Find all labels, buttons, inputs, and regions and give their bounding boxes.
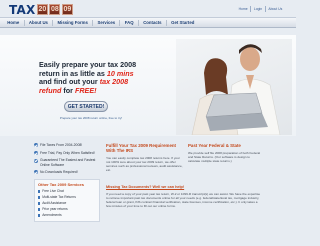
hero-banner: Easily prepare your tax 2008 return in a… xyxy=(0,35,296,136)
check-icon xyxy=(34,158,38,163)
get-started-button[interactable]: GET STARTED! xyxy=(64,101,108,112)
nav-services[interactable]: Services xyxy=(93,19,121,26)
bullet-icon xyxy=(38,208,41,211)
feature-item: No Downloads Required! xyxy=(34,170,100,175)
bullet-icon xyxy=(38,202,41,205)
missing-docs-link[interactable]: Missing Tax Documents? Well we can help! xyxy=(106,185,226,189)
hero-subtext[interactable]: Prepare your tax 2008 return online, fre… xyxy=(46,116,136,120)
irs-requirement-heading[interactable]: Fulfill Your Tax 2009 Requirement With T… xyxy=(106,143,184,154)
top-link-login[interactable]: Login xyxy=(251,6,266,12)
nav-contacts[interactable]: Contacts xyxy=(139,19,167,26)
irs-requirement-section: Fulfill Your Tax 2009 Requirement With T… xyxy=(106,143,184,172)
hero-line-4: refund for FREE! xyxy=(39,85,97,95)
feature-text: File Taxes From 2004-2008! xyxy=(40,143,83,147)
main-nav: Home About Us Missing Forms Services FAQ… xyxy=(0,17,296,28)
hero-photo-people xyxy=(176,39,292,135)
feature-text: Free Trial, Pay Only When Satisfied! xyxy=(40,150,95,155)
service-item[interactable]: Free Live Chat xyxy=(38,189,96,193)
other-services-panel: Other Tax 2009 Services Free Live Chat M… xyxy=(34,179,100,223)
bullet-icon xyxy=(38,190,41,193)
past-year-section: Past Year Federal & State We provide sel… xyxy=(188,143,262,163)
nav-about-us[interactable]: About Us xyxy=(25,19,54,26)
service-item[interactable]: Amendments xyxy=(38,213,96,217)
people-illustration xyxy=(191,44,281,135)
nav-home[interactable]: Home xyxy=(3,19,25,26)
top-links: Home Login About Us xyxy=(236,6,285,12)
service-item[interactable]: Prior year returns xyxy=(38,207,96,211)
past-year-text: We provide self file 2008 preparation of… xyxy=(188,150,261,163)
top-link-about[interactable]: About Us xyxy=(266,6,285,12)
logo-tile-1: 20 xyxy=(36,4,48,15)
top-link-home[interactable]: Home xyxy=(236,6,252,12)
service-item[interactable]: Multi-state Tax Returns xyxy=(38,195,96,199)
services-title: Other Tax 2009 Services xyxy=(38,182,84,188)
check-icon xyxy=(34,150,38,155)
feature-item: Guaranteed The Easiest and Fastest Onlin… xyxy=(34,158,100,167)
feature-text: Guaranteed The Easiest and Fastest Onlin… xyxy=(40,158,96,167)
feature-column: File Taxes From 2004-2008! Free Trial, P… xyxy=(34,143,100,223)
irs-requirement-text: You can easily complete tax 2008 returns… xyxy=(106,156,183,173)
site-logo[interactable]: TAX 20 08 09 xyxy=(9,2,73,17)
feature-text: No Downloads Required! xyxy=(40,170,78,175)
nav-faq[interactable]: FAQ xyxy=(120,19,139,26)
feature-item: File Taxes From 2004-2008! xyxy=(34,143,100,148)
missing-docs-text: If you need a copy of your past year tax… xyxy=(106,192,261,209)
logo-tile-2: 08 xyxy=(49,4,61,15)
feature-list: File Taxes From 2004-2008! Free Trial, P… xyxy=(34,143,100,175)
check-icon xyxy=(34,143,38,148)
nav-get-started[interactable]: Get Started xyxy=(167,20,199,26)
check-icon xyxy=(34,170,38,175)
logo-text: TAX xyxy=(9,2,36,17)
logo-tile-3: 09 xyxy=(61,4,73,15)
nav-missing-forms[interactable]: Missing Forms xyxy=(53,19,94,26)
bullet-icon xyxy=(38,214,41,217)
past-year-heading[interactable]: Past Year Federal & State xyxy=(188,143,262,148)
feature-item: Free Trial, Pay Only When Satisfied! xyxy=(34,151,100,155)
service-item[interactable]: Audit Assistance xyxy=(38,201,96,205)
hero-headline: Easily prepare your tax 2008 return in a… xyxy=(39,60,169,95)
bullet-icon xyxy=(38,196,41,199)
